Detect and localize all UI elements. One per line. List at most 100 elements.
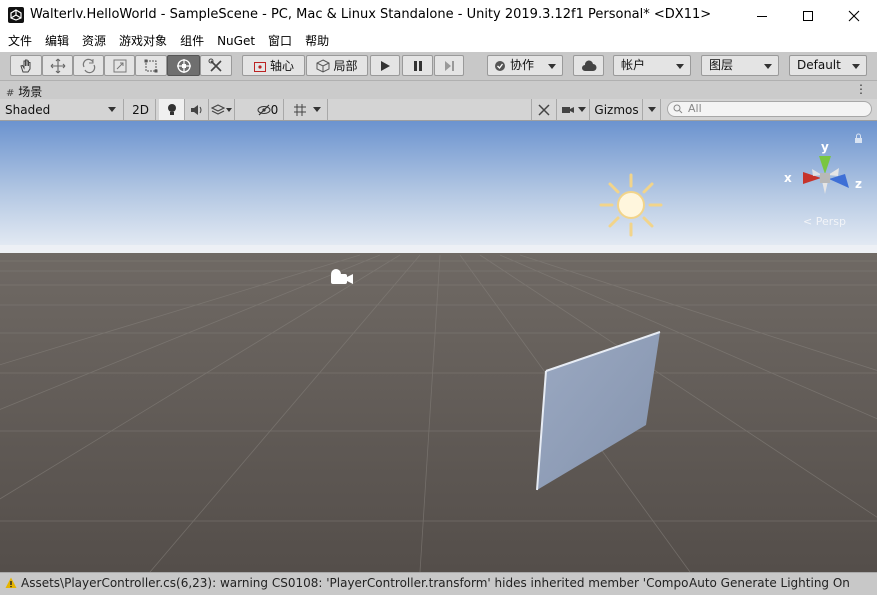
scene-viewport[interactable]: y x z < Persp [0,121,877,572]
maximize-icon [803,10,813,21]
cloud-icon [581,59,596,71]
layers-arrow-icon [764,64,772,69]
lightbulb-icon [167,103,176,115]
pause-button[interactable] [402,55,433,76]
shading-mode-dropdown[interactable]: Shaded [0,99,124,120]
menu-window[interactable]: 窗口 [264,31,298,52]
lighting-status[interactable]: Auto Generate Lighting On [689,576,850,590]
local-label: 局部 [333,59,358,73]
axis-z-label: z [855,177,862,191]
layout-arrow-icon [852,64,860,69]
transform-icon [176,58,191,73]
scale-tool-button[interactable] [104,55,135,76]
move-icon [50,58,65,73]
rotate-icon [82,58,95,73]
projection-text: Persp [816,215,846,228]
lighting-toggle[interactable] [159,99,185,120]
scene-canvas[interactable]: y x z < Persp [0,121,877,572]
tab-menu-icon[interactable]: ⋮ [855,82,867,96]
rotate-tool-button[interactable] [73,55,104,76]
menu-help[interactable]: 帮助 [301,31,335,52]
grid-snap-arrow-icon [312,107,321,112]
toggle-2d-label: 2D [132,102,149,117]
axis-y-label: y [821,140,829,154]
projection-label[interactable]: < Persp [803,215,846,228]
audio-toggle[interactable] [185,99,209,120]
effects-arrow-icon [226,107,232,112]
projection-arrow-icon: < [803,215,812,228]
status-bar: Assets\PlayerController.cs(6,23): warnin… [0,572,877,595]
custom-tool-button[interactable] [200,55,232,76]
menu-nuget[interactable]: NuGet [213,31,261,52]
unity-logo-icon [8,7,24,23]
scene-tools-toggle[interactable] [531,99,557,120]
cloud-button[interactable] [573,55,604,76]
scale-icon [113,59,126,72]
axis-x-label: x [784,171,792,185]
menu-component[interactable]: 组件 [176,31,210,52]
step-button[interactable] [434,55,464,76]
main-toolbar: 轴心 局部 协作 帐户 图层 Default [0,52,877,80]
play-button[interactable] [370,55,400,76]
rect-tool-button[interactable] [135,55,167,76]
rect-icon [144,59,158,72]
wrench-icon [538,103,550,116]
console-message[interactable]: Assets\PlayerController.cs(6,23): warnin… [21,576,689,590]
menu-bar: 文件 编辑 资源 游戏对象 组件 NuGet 窗口 帮助 [0,31,877,52]
menu-gameobject[interactable]: 游戏对象 [115,31,173,52]
gizmos-arrow-icon [647,107,656,112]
gizmos-dropdown[interactable] [643,99,661,120]
scene-toolbar: Shaded 2D 0 Gizmos All [0,99,877,121]
shading-arrow-icon [108,107,116,112]
warning-icon [5,577,17,588]
close-icon [848,10,860,21]
layers-dropdown[interactable]: 图层 [701,55,779,76]
menu-assets[interactable]: 资源 [78,31,112,52]
camera-settings-dropdown[interactable] [557,99,590,120]
pivot-toggle-button[interactable]: 轴心 [242,55,305,76]
scene-tab-bar: # 场景 ⋮ [0,80,877,100]
scene-search-input[interactable]: All [667,101,872,117]
hand-tool-button[interactable] [10,55,42,76]
account-dropdown[interactable]: 帐户 [613,55,691,76]
tab-scene[interactable]: # 场景 [6,83,42,100]
layers-label: 图层 [709,58,734,72]
ground-plane [0,253,877,572]
minimize-button[interactable] [739,0,785,31]
minimize-icon [757,15,767,17]
hidden-objects-toggle[interactable]: 0 [252,99,284,120]
scene-tab-label: 场景 [18,85,43,99]
scene-search-placeholder: All [688,102,702,115]
collab-arrow-icon [548,64,556,69]
layout-label: Default [797,58,841,72]
layout-dropdown[interactable]: Default [789,55,867,76]
window-title: Walterlv.HelloWorld - SampleScene - PC, … [30,7,712,22]
play-icon [381,60,390,71]
collab-dropdown[interactable]: 协作 [487,55,563,76]
maximize-button[interactable] [785,0,831,31]
local-cube-icon [316,58,330,73]
account-arrow-icon [676,64,684,69]
gizmos-toggle[interactable]: Gizmos [591,99,643,120]
grid-snap-dropdown[interactable] [286,99,328,120]
collab-label: 协作 [510,58,535,72]
hand-icon [20,59,31,72]
toggle-2d-button[interactable]: 2D [126,99,156,120]
directional-light-gizmo[interactable] [599,173,663,237]
account-label: 帐户 [621,58,646,72]
transform-tool-button[interactable] [167,55,200,76]
title-bar: Walterlv.HelloWorld - SampleScene - PC, … [0,0,877,31]
collab-check-icon [495,61,505,71]
move-tool-button[interactable] [42,55,73,76]
close-button[interactable] [831,0,877,31]
gizmos-label: Gizmos [594,102,639,117]
pivot-label: 轴心 [269,59,294,73]
pause-icon [413,60,422,71]
eye-slash-icon [257,104,271,115]
effects-dropdown[interactable] [209,99,235,120]
local-toggle-button[interactable]: 局部 [306,55,368,76]
tools-icon [208,58,222,72]
menu-file[interactable]: 文件 [4,31,38,52]
shading-mode-label: Shaded [5,102,51,117]
menu-edit[interactable]: 编辑 [41,31,75,52]
